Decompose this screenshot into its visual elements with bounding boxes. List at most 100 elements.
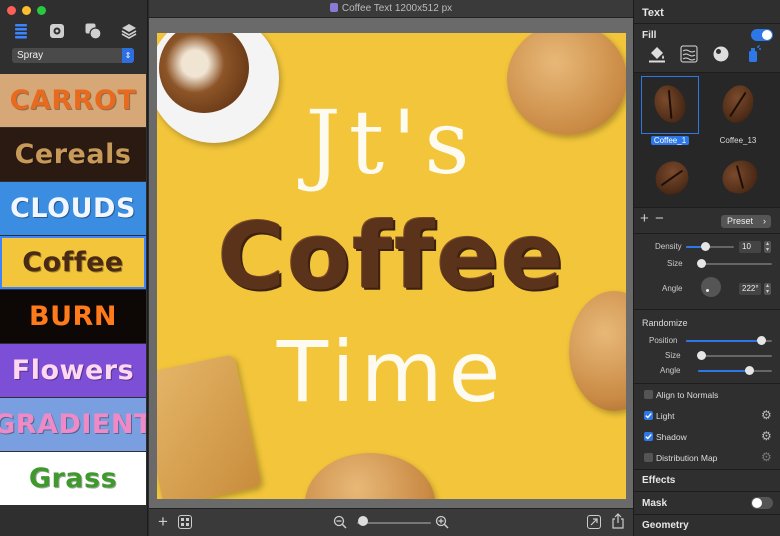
align-normals-checkbox[interactable] — [644, 390, 653, 399]
text-line-2: Coffee — [217, 203, 566, 310]
zoom-window-button[interactable] — [37, 6, 46, 15]
preset-label-1: Coffee_1 — [642, 136, 698, 145]
density-field[interactable]: 10 — [739, 241, 761, 253]
waves-icon[interactable] — [680, 45, 698, 63]
angle-field[interactable]: 222° — [739, 283, 761, 295]
spray-icon[interactable] — [744, 45, 762, 63]
preset-grid: Coffee_1 Coffee_13 — [634, 72, 780, 208]
zoom-slider-thumb[interactable] — [358, 516, 368, 526]
style-thumb-6[interactable]: GRADIENT — [0, 398, 146, 451]
grid-icon[interactable] — [178, 515, 192, 529]
size-label: Size — [667, 259, 683, 268]
style-thumb-label: BURN — [29, 301, 117, 332]
layers-icon[interactable] — [120, 22, 138, 40]
preset-coffee-3[interactable] — [642, 151, 698, 207]
randomize-heading: Randomize — [642, 318, 688, 328]
rand-size-label: Size — [665, 351, 681, 360]
style-thumb-5[interactable]: Flowers — [0, 344, 146, 397]
fill-type-icons — [648, 45, 762, 63]
style-thumb-label: Coffee — [22, 247, 124, 278]
sphere-icon[interactable] — [712, 45, 730, 63]
style-thumb-label: GRADIENT — [0, 409, 146, 440]
mask-toggle[interactable] — [751, 497, 773, 509]
style-thumb-2[interactable]: CLOUDS — [0, 182, 146, 235]
list-icon[interactable] — [12, 22, 30, 40]
category-dropdown-value: Spray — [17, 50, 44, 61]
fill-label: Fill — [642, 30, 657, 41]
close-window-button[interactable] — [7, 6, 16, 15]
category-dropdown[interactable]: Spray ⇕ — [12, 48, 134, 63]
add-preset-icon[interactable]: + — [640, 211, 649, 226]
rand-size-thumb[interactable] — [697, 351, 707, 360]
share-icon[interactable] — [611, 513, 625, 529]
chevron-right-icon: › — [763, 216, 766, 226]
angle-dial[interactable] — [701, 277, 721, 297]
bottom-toolbar: + — [149, 508, 633, 536]
cookie-bottom — [305, 453, 435, 499]
preset-label-2: Coffee_13 — [719, 136, 757, 145]
density-label: Density — [655, 242, 682, 251]
canvas[interactable]: Jt's Coffee Time — [157, 33, 626, 499]
gear-icon[interactable] — [48, 22, 66, 40]
density-stepper[interactable]: ▴ ▾ — [764, 241, 771, 253]
chevron-updown-icon: ⇕ — [122, 48, 134, 63]
preset-coffee-13[interactable] — [710, 77, 766, 133]
paint-bucket-icon[interactable] — [648, 45, 666, 63]
rand-position-thumb[interactable] — [757, 336, 767, 345]
style-thumb-3[interactable]: Coffee — [0, 236, 146, 289]
preset-button[interactable]: Preset › — [721, 215, 771, 228]
window-title: Coffee Text 1200x512 px — [341, 3, 453, 14]
angle-stepper[interactable]: ▴ ▾ — [764, 283, 771, 295]
angle-label: Angle — [662, 284, 683, 293]
fit-icon[interactable] — [587, 515, 601, 529]
style-thumb-1[interactable]: Cereals — [0, 128, 146, 181]
preset-coffee-1[interactable] — [641, 76, 699, 134]
align-normals-label: Align to Normals — [656, 390, 719, 400]
distribution-map-checkbox[interactable] — [644, 453, 653, 462]
density-slider-thumb[interactable] — [700, 242, 710, 251]
rand-size-slider[interactable] — [698, 355, 772, 357]
section-geometry-heading[interactable]: Geometry — [642, 520, 689, 531]
rand-angle-thumb[interactable] — [745, 366, 755, 375]
preset-button-label: Preset — [727, 216, 754, 226]
workspace: Jt's Coffee Time — [149, 18, 633, 508]
rand-angle-label: Angle — [660, 366, 681, 375]
shadow-label: Shadow — [656, 432, 687, 442]
style-thumb-label: Flowers — [11, 355, 135, 386]
light-checkbox[interactable] — [644, 411, 653, 420]
distribution-map-label: Distribution Map — [656, 453, 718, 463]
size-slider-thumb[interactable] — [697, 259, 707, 268]
style-thumb-0[interactable]: CARROT — [0, 74, 146, 127]
text-line-3: Time — [276, 323, 507, 421]
minimize-window-button[interactable] — [22, 6, 31, 15]
distribution-gear-icon[interactable]: ⚙ — [761, 451, 772, 463]
light-gear-icon[interactable]: ⚙ — [761, 409, 772, 421]
style-thumb-4[interactable]: BURN — [0, 290, 146, 343]
rand-position-label: Position — [649, 336, 678, 345]
window-controls — [7, 6, 46, 15]
text-line-1: Jt's — [305, 91, 478, 194]
remove-preset-icon[interactable]: − — [655, 211, 664, 226]
sidebar-toolbar — [12, 22, 138, 40]
zoom-out-icon[interactable] — [333, 515, 347, 529]
title-bar: Coffee Text 1200x512 px — [149, 0, 633, 18]
document-icon — [329, 3, 338, 12]
fill-toggle[interactable] — [751, 29, 773, 41]
zoom-in-icon[interactable] — [435, 515, 449, 529]
light-label: Light — [656, 411, 675, 421]
style-thumb-label: CARROT — [9, 85, 137, 116]
section-effects-heading[interactable]: Effects — [642, 475, 675, 486]
plus-icon[interactable]: + — [156, 513, 170, 530]
shadow-gear-icon[interactable]: ⚙ — [761, 430, 772, 442]
size-slider[interactable] — [698, 263, 772, 265]
preset-coffee-4[interactable] — [710, 151, 766, 207]
style-list: CARROT Cereals CLOUDS Coffee BURN Flowers GRAD… — [0, 74, 148, 506]
shadow-checkbox[interactable] — [644, 432, 653, 441]
section-mask-heading[interactable]: Mask — [642, 498, 667, 509]
section-text-heading[interactable]: Text — [642, 7, 664, 19]
style-thumb-label: Cereals — [14, 139, 132, 170]
shapes-icon[interactable] — [84, 22, 102, 40]
zoom-slider-track[interactable] — [357, 522, 431, 524]
style-thumb-7[interactable]: Grass — [0, 452, 146, 505]
inspector-panel: Text Fill Coffee_1 Coffee_13 + − Preset … — [633, 0, 780, 536]
